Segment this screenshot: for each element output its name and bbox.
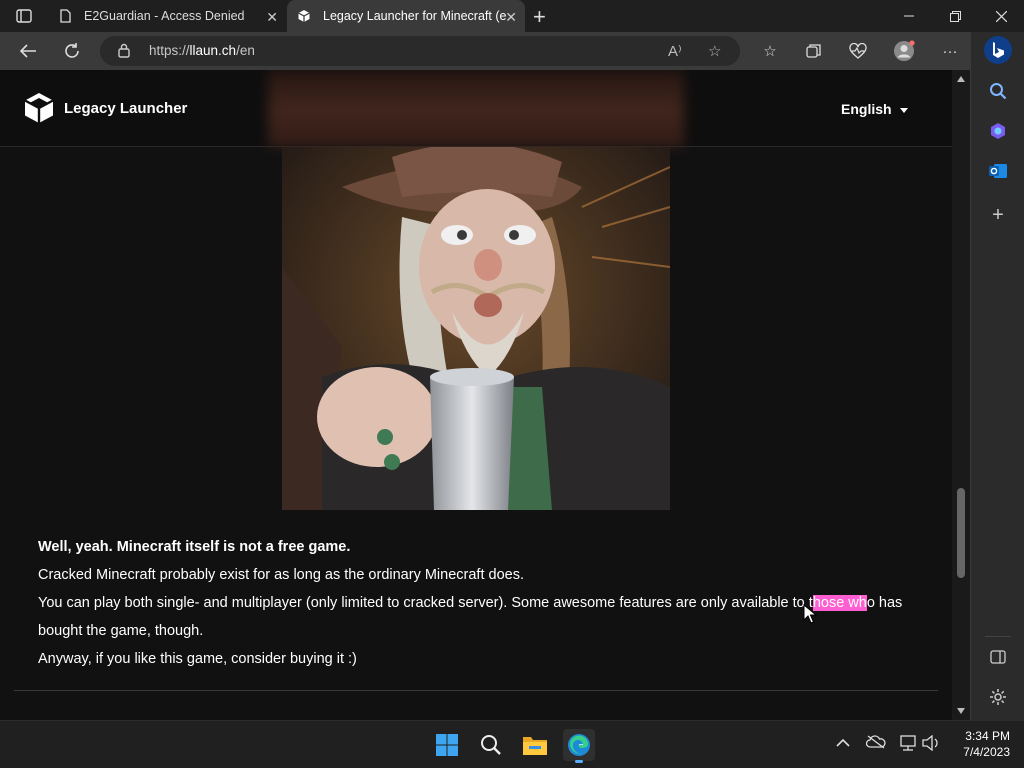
scroll-up-arrow-icon[interactable] — [957, 76, 965, 82]
copilot-sidebar-button[interactable] — [985, 118, 1011, 144]
scrollbar-thumb[interactable] — [957, 488, 965, 578]
article-photo — [282, 147, 670, 510]
close-window-button[interactable] — [978, 0, 1024, 32]
tab-actions-icon — [16, 9, 32, 23]
address-bar[interactable]: https://llaun.ch/en A⁾ ☆ — [100, 36, 740, 66]
favorites-button[interactable]: ☆ — [758, 40, 782, 62]
file-explorer-button[interactable] — [519, 729, 551, 761]
text-segment: You can play both single- and multiplaye… — [38, 595, 813, 611]
gear-icon — [990, 689, 1006, 705]
blurred-image-top — [268, 70, 684, 147]
hide-sidebar-button[interactable] — [985, 644, 1011, 670]
collections-icon — [806, 44, 821, 58]
chevron-down-icon — [899, 107, 908, 113]
url-text[interactable]: https://llaun.ch/en — [149, 43, 255, 58]
legacy-launcher-favicon-icon — [298, 10, 310, 22]
heart-pulse-icon — [849, 43, 867, 59]
onedrive-tray-button[interactable] — [865, 735, 886, 752]
minimize-button[interactable] — [886, 0, 932, 32]
restore-icon — [949, 10, 961, 22]
favorites-icon: ☆ — [763, 43, 777, 60]
refresh-icon — [65, 43, 79, 58]
article-lead: Well, yeah. Minecraft itself is not a fr… — [38, 539, 351, 555]
windows-logo-icon — [436, 734, 458, 756]
clock-time: 3:34 PM — [965, 729, 1010, 743]
back-button[interactable] — [16, 40, 40, 62]
language-label: English — [841, 101, 892, 117]
refresh-button[interactable] — [60, 40, 84, 62]
edge-taskbar-button[interactable] — [563, 729, 595, 763]
page-scrollbar[interactable] — [952, 70, 970, 720]
page-viewport: Legacy Launcher English Well, yeah. Mine… — [0, 70, 952, 720]
article-paragraph: Anyway, if you like this game, consider … — [38, 651, 357, 667]
shopping-icon — [991, 123, 1005, 139]
sidebar-settings-button[interactable] — [985, 684, 1011, 710]
chevron-up-icon — [836, 738, 850, 747]
bing-chat-button[interactable] — [984, 36, 1012, 64]
browser-essentials-button[interactable] — [846, 40, 870, 62]
favorite-star-icon[interactable]: ☆ — [708, 42, 721, 60]
collections-button[interactable] — [802, 40, 826, 62]
avatar-icon — [894, 40, 915, 61]
legacy-launcher-logo-icon[interactable] — [24, 92, 54, 124]
back-arrow-icon — [19, 44, 36, 58]
close-icon — [995, 10, 1007, 22]
sidebar-divider — [985, 636, 1011, 637]
title-bar: E2Guardian - Access Denied ✕ Legacy Laun… — [0, 0, 1024, 32]
scroll-down-arrow-icon[interactable] — [957, 708, 965, 714]
close-tab-icon[interactable]: ✕ — [266, 9, 278, 26]
active-app-indicator — [575, 760, 583, 763]
new-tab-button[interactable]: + — [533, 4, 546, 30]
site-header: Legacy Launcher English — [0, 70, 952, 147]
sidebar-panel-icon — [990, 650, 1006, 664]
edge-icon — [568, 734, 590, 756]
highlighted-text: hose wh — [812, 595, 867, 611]
search-icon — [481, 735, 501, 755]
outlook-icon — [989, 164, 1007, 178]
navigation-bar: https://llaun.ch/en A⁾ ☆ ☆ ··· — [0, 32, 1024, 70]
tab-e2guardian[interactable]: E2Guardian - Access Denied ✕ — [48, 0, 286, 32]
tab-legacy-launcher[interactable]: Legacy Launcher for Minecraft (e ✕ — [287, 0, 525, 32]
article-body: Well, yeah. Minecraft itself is not a fr… — [38, 533, 938, 673]
plus-icon: + — [992, 203, 1004, 226]
mouse-cursor-icon — [803, 604, 817, 624]
network-tray-button[interactable] — [898, 735, 918, 754]
read-aloud-icon[interactable]: A⁾ — [668, 42, 682, 60]
site-brand-name[interactable]: Legacy Launcher — [64, 100, 187, 117]
windows-taskbar: 3:34 PM 7/4/2023 — [0, 720, 1024, 768]
clock-date: 7/4/2023 — [963, 745, 1010, 759]
start-button[interactable] — [431, 729, 463, 761]
close-tab-icon[interactable]: ✕ — [505, 9, 517, 26]
edge-sidebar: + — [970, 32, 1024, 720]
divider — [14, 690, 938, 691]
minimize-icon — [904, 15, 914, 17]
article-paragraph: Cracked Minecraft probably exist for as … — [38, 567, 524, 583]
restore-button[interactable] — [932, 0, 978, 32]
page-icon — [60, 9, 71, 23]
tab-title: E2Guardian - Access Denied — [84, 9, 245, 23]
lock-icon[interactable] — [118, 43, 130, 58]
settings-and-more-button[interactable]: ··· — [938, 40, 962, 62]
more-options-icon: ··· — [942, 42, 958, 60]
folder-icon — [523, 737, 547, 755]
pirate-drinking-photo — [282, 147, 670, 510]
bing-icon — [993, 42, 1004, 58]
show-hidden-icons-button[interactable] — [836, 735, 850, 751]
search-icon — [990, 83, 1007, 100]
tab-title: Legacy Launcher for Minecraft (e — [323, 9, 507, 23]
add-sidebar-app-button[interactable]: + — [985, 202, 1011, 228]
cloud-offline-icon — [865, 735, 886, 749]
tab-actions-button[interactable] — [10, 6, 38, 26]
system-clock[interactable]: 3:34 PM 7/4/2023 — [950, 728, 1010, 760]
speaker-icon — [922, 734, 938, 752]
outlook-sidebar-button[interactable] — [985, 158, 1011, 184]
language-selector[interactable]: English — [841, 101, 908, 117]
network-icon — [900, 735, 916, 751]
search-sidebar-button[interactable] — [985, 78, 1011, 104]
profile-button[interactable] — [892, 40, 916, 62]
volume-tray-button[interactable] — [922, 734, 940, 754]
taskbar-search-button[interactable] — [475, 729, 507, 761]
